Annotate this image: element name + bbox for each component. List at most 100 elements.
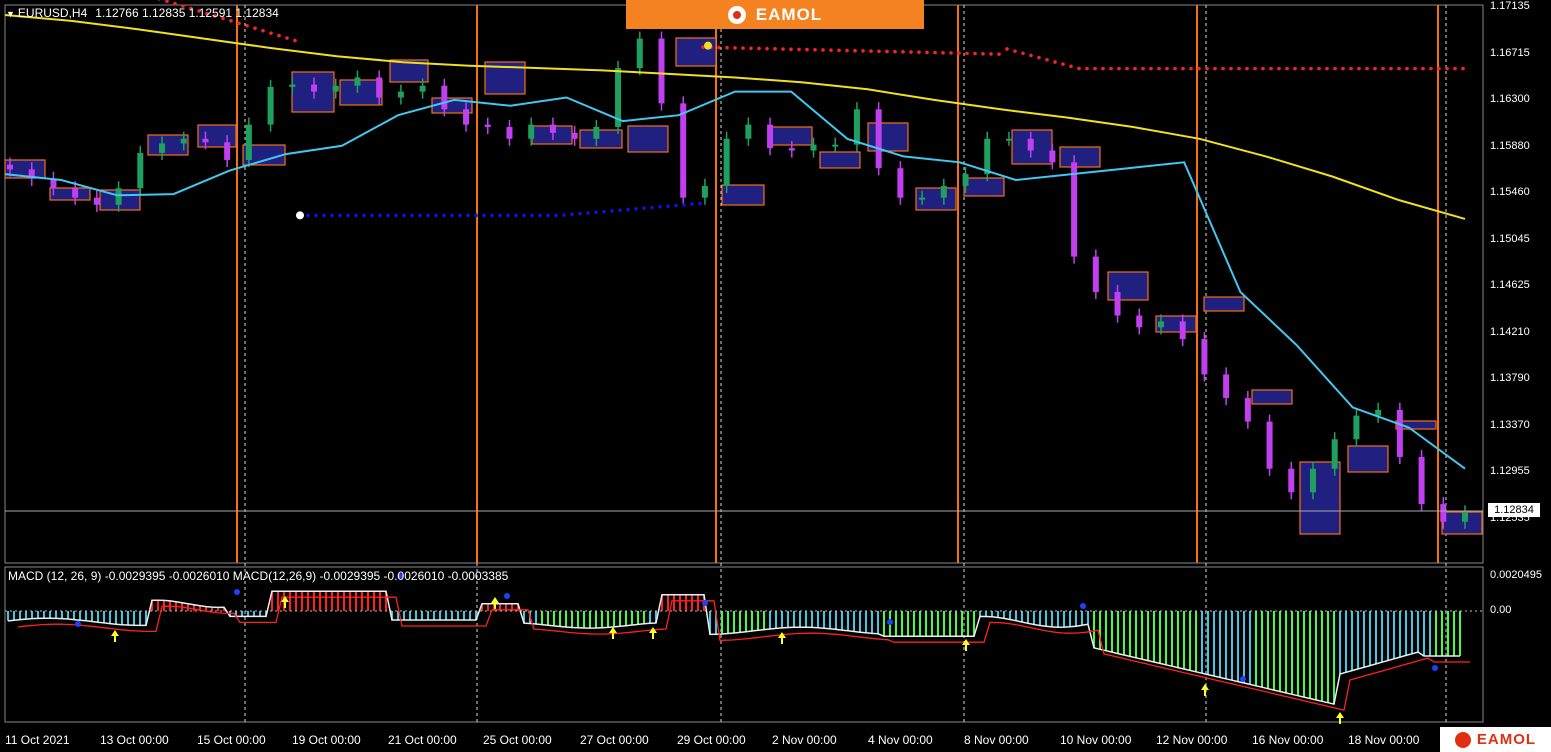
sar-dot-bottom [418, 213, 422, 218]
sar-dot-bottom [682, 203, 686, 207]
candle-body [224, 142, 231, 160]
time-tick-label: 25 Oct 00:00 [483, 733, 552, 747]
range-box [339, 79, 383, 106]
candle-body [506, 126, 513, 139]
candle-body [397, 91, 404, 98]
candle-body [441, 85, 448, 110]
sar-dot-top [821, 48, 825, 52]
sar-dot-bottom [498, 213, 502, 218]
logo-corner-text: EAMOL [1476, 731, 1537, 748]
sar-dot-top [1229, 66, 1233, 71]
candle-body [1071, 162, 1078, 257]
sar-dot-top [1421, 66, 1425, 71]
range-box [197, 124, 237, 148]
sar-dot-top [741, 46, 745, 50]
sar-dot-top [813, 47, 817, 52]
sar-dot-bottom [426, 213, 430, 218]
sar-dot-top [805, 47, 809, 52]
signal-dot-icon [1080, 603, 1086, 609]
sar-dot-bottom [666, 204, 670, 208]
sar-dot-bottom [306, 213, 310, 218]
sar-dot-bottom [538, 213, 542, 218]
time-tick-label: 4 Nov 00:00 [868, 733, 933, 747]
sar-dot-bottom [442, 213, 446, 218]
sar-dot-bottom [322, 213, 326, 218]
macd-tick-label: 0.00 [1490, 604, 1512, 616]
candle-body [1049, 150, 1056, 163]
time-tick-label: 13 Oct 00:00 [100, 733, 169, 747]
sar-dot-bottom [362, 213, 366, 218]
signal-dot-icon [887, 619, 893, 625]
sar-dot-bottom [410, 213, 414, 218]
range-box [1251, 389, 1293, 405]
sar-dot-top [1125, 66, 1129, 71]
sar-dot-top [157, 0, 161, 1]
sar-dot-top [885, 49, 889, 54]
signal-dot-icon [234, 589, 240, 595]
sar-dot-top [1413, 66, 1417, 71]
sar-dot-bottom [610, 209, 614, 213]
candle-body [419, 85, 426, 92]
range-box [1059, 146, 1101, 168]
sar-dot-top [829, 48, 833, 52]
sar-dot-top [1021, 51, 1025, 56]
sar-dot-top [781, 47, 785, 51]
sar-dot-top [1325, 66, 1329, 71]
sar-dot-top [837, 48, 841, 53]
sar-dot-bottom [466, 213, 470, 218]
sar-dot-top [277, 33, 281, 38]
candle-body [245, 124, 252, 160]
sar-dot-top [253, 26, 257, 31]
candle-body [680, 103, 687, 198]
sar-dot-top [1397, 66, 1401, 71]
sar-dot-bottom [562, 213, 566, 217]
symbol-header: ▼ EURUSD,H4 1.12766 1.12835 1.12591 1.1283… [6, 6, 279, 20]
sar-dot-top [1261, 66, 1265, 71]
sar-dot-bottom [330, 213, 334, 218]
price-tick-label: 1.14210 [1490, 325, 1530, 338]
candle-body [1440, 504, 1447, 522]
sar-dot-top [1149, 66, 1153, 71]
candle-body [788, 148, 795, 151]
range-box [819, 151, 861, 169]
candle-body [1092, 256, 1099, 292]
sar-dot-bottom [586, 211, 590, 215]
sar-dot-top [1029, 53, 1033, 58]
candle-body [202, 138, 209, 143]
time-tick-label: 8 Nov 00:00 [964, 733, 1029, 747]
candle-body [1396, 409, 1403, 457]
sar-dot-top [1253, 66, 1257, 71]
sar-dot-top [1357, 66, 1361, 71]
sar-dot-top [245, 23, 249, 28]
time-tick-label: 11 Oct 2021 [5, 733, 70, 747]
sar-dot-top [1069, 64, 1073, 69]
sar-dot-top [877, 49, 881, 54]
sar-dot-top [285, 36, 289, 40]
price-tick-label: 1.13790 [1490, 372, 1530, 384]
signal-dot-icon [504, 593, 510, 599]
sar-dot-top [1077, 66, 1081, 71]
signal-dot-icon [1240, 676, 1246, 682]
time-tick-label: 12 Nov 00:00 [1156, 733, 1228, 747]
sar-dot-top [797, 47, 801, 52]
price-tick-label: 1.17135 [1490, 0, 1530, 12]
candle-body [1005, 138, 1012, 141]
sar-dot-top [1389, 66, 1393, 71]
candle-body [72, 188, 79, 198]
dropdown-triangle-icon[interactable]: ▼ [6, 9, 15, 19]
sar-dot-top [853, 48, 857, 53]
sar-dot-top [1237, 66, 1241, 71]
sar-dot-top [917, 50, 921, 55]
sar-dot-top [773, 47, 777, 51]
candle-body [636, 38, 643, 69]
candle-body [875, 109, 882, 169]
candle-body [853, 109, 860, 145]
time-tick-label: 2 Nov 00:00 [772, 733, 837, 747]
time-tick-label: 19 Oct 00:00 [292, 733, 361, 747]
sar-dot-top [1093, 66, 1097, 71]
candle-body [376, 77, 383, 98]
sar-dot-top [997, 52, 1001, 56]
time-tick-label: 29 Oct 00:00 [677, 733, 746, 747]
sar-dot-top [941, 50, 945, 55]
candle-body [1462, 512, 1468, 522]
